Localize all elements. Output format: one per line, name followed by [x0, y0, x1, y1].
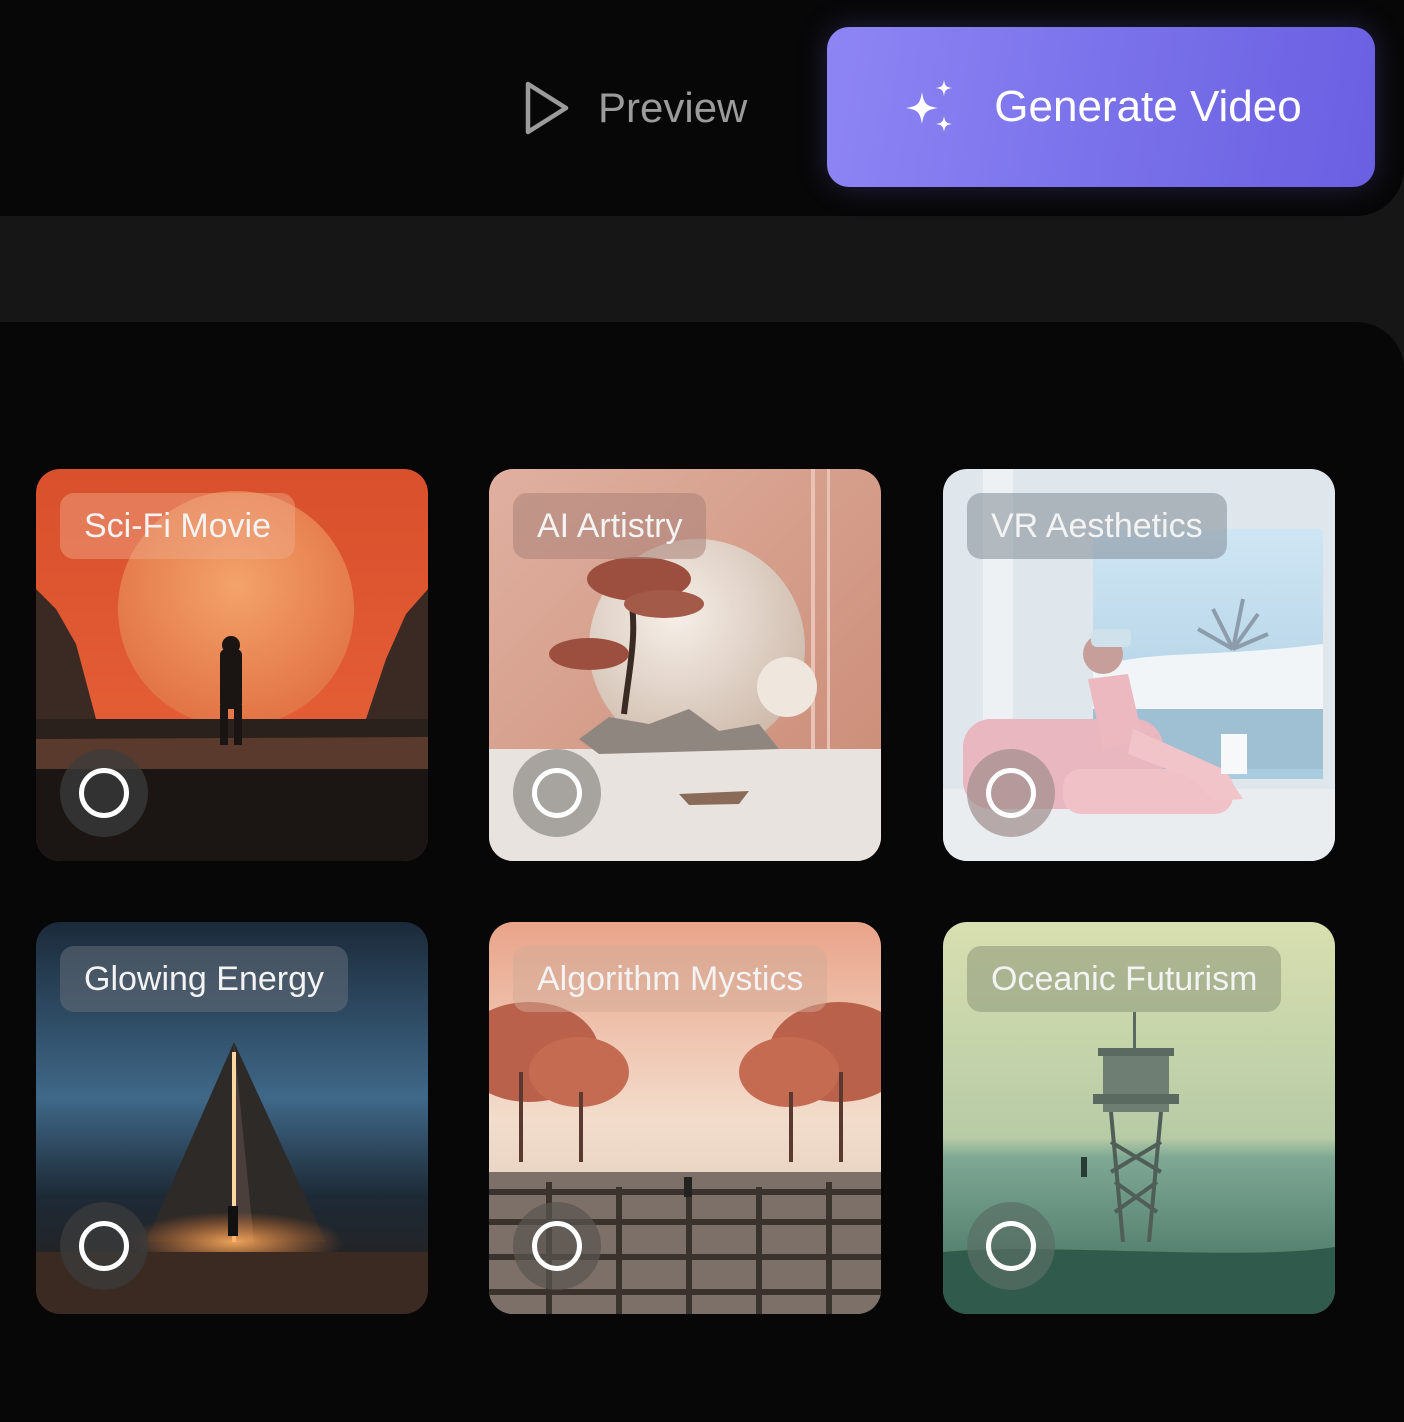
style-card-oceanic-futurism[interactable]: Oceanic Futurism — [943, 922, 1335, 1314]
style-label: Algorithm Mystics — [537, 959, 804, 998]
style-label: Glowing Energy — [84, 959, 325, 998]
radio-ring-icon — [986, 1221, 1036, 1271]
select-radio-button[interactable] — [967, 1202, 1055, 1290]
select-radio-button[interactable] — [60, 749, 148, 837]
play-icon — [525, 81, 569, 135]
style-card-vr-aesthetics[interactable]: VR Aesthetics — [943, 469, 1335, 861]
select-radio-button[interactable] — [967, 749, 1055, 837]
select-radio-button[interactable] — [513, 749, 601, 837]
sparkles-icon — [906, 80, 953, 132]
style-label-chip: Algorithm Mystics — [513, 946, 828, 1012]
radio-ring-icon — [532, 768, 582, 818]
radio-ring-icon — [986, 768, 1036, 818]
style-card-algorithm-mystics[interactable]: Algorithm Mystics — [489, 922, 881, 1314]
style-label-chip: Oceanic Futurism — [967, 946, 1282, 1012]
style-label: AI Artistry — [537, 506, 683, 545]
style-label-chip: Sci-Fi Movie — [60, 493, 296, 559]
style-card-glowing-energy[interactable]: Glowing Energy — [36, 922, 428, 1314]
select-radio-button[interactable] — [60, 1202, 148, 1290]
style-label-chip: VR Aesthetics — [967, 493, 1227, 559]
style-label-chip: AI Artistry — [513, 493, 707, 559]
style-card-sci-fi-movie[interactable]: Sci-Fi Movie — [36, 469, 428, 861]
radio-ring-icon — [532, 1221, 582, 1271]
style-label: Oceanic Futurism — [991, 959, 1258, 998]
generate-video-label: Generate Video — [994, 82, 1302, 131]
style-card-ai-artistry[interactable]: AI Artistry — [489, 469, 881, 861]
preview-button[interactable]: Preview — [520, 70, 747, 146]
style-label: VR Aesthetics — [991, 506, 1203, 545]
style-label-chip: Glowing Energy — [60, 946, 349, 1012]
select-radio-button[interactable] — [513, 1202, 601, 1290]
preview-label: Preview — [598, 84, 748, 131]
style-label: Sci-Fi Movie — [84, 506, 272, 545]
radio-ring-icon — [79, 768, 129, 818]
radio-ring-icon — [79, 1221, 129, 1271]
generate-video-button[interactable]: Generate Video — [827, 27, 1375, 187]
